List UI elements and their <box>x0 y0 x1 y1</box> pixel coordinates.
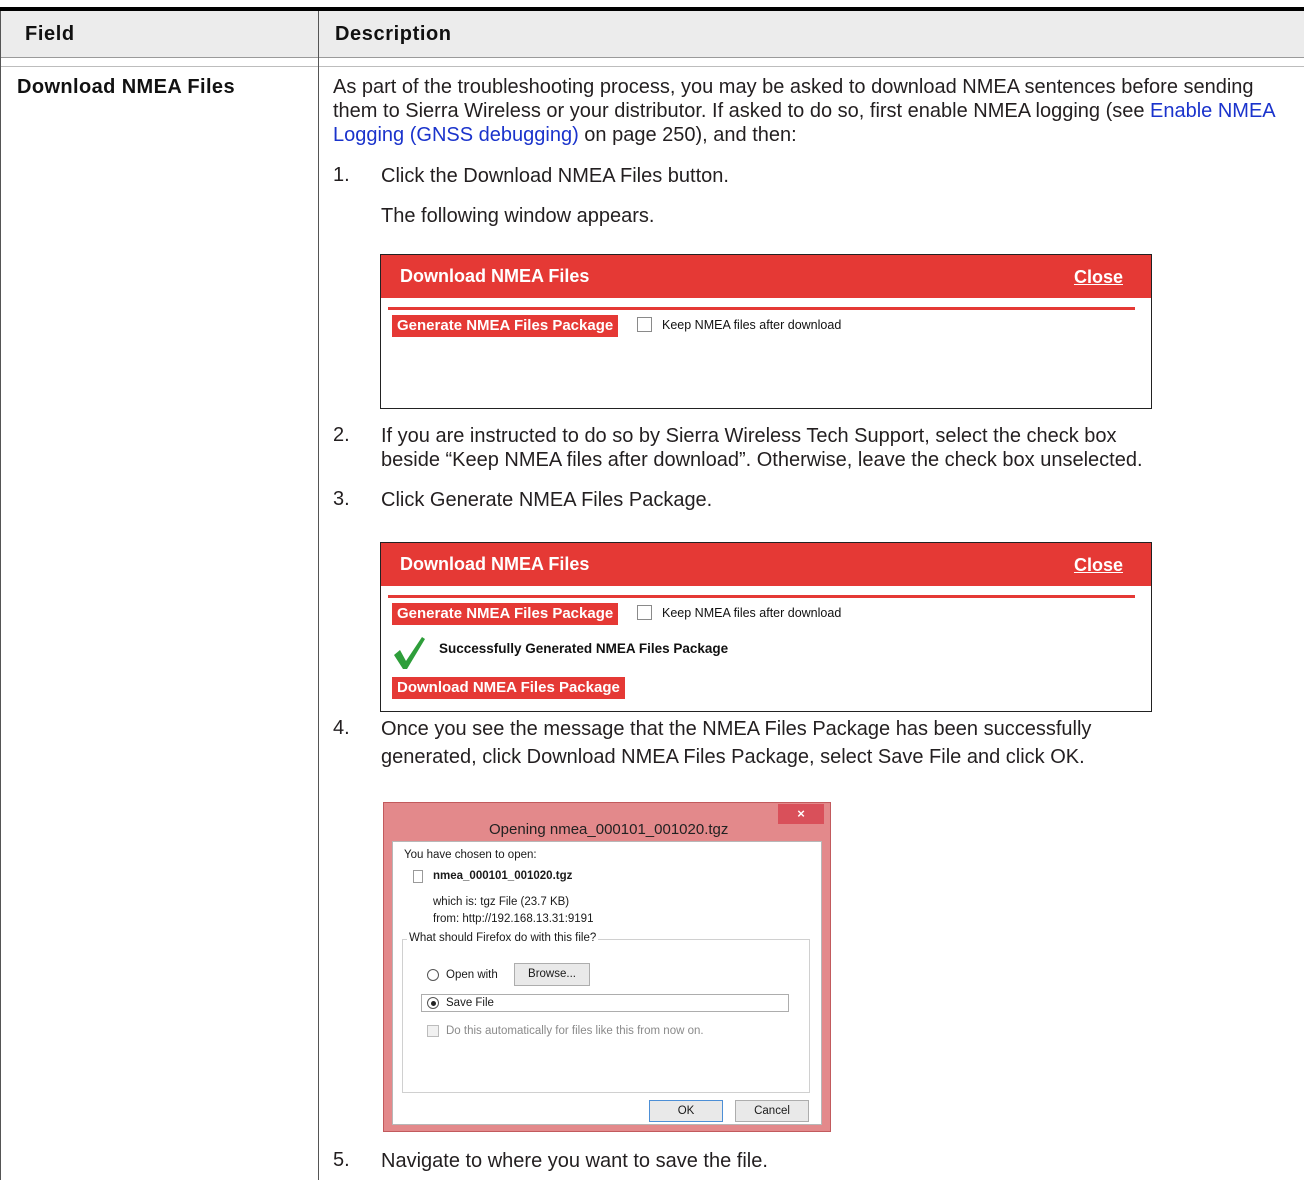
table-header-row <box>0 11 1304 57</box>
dialog-close-icon[interactable]: × <box>778 804 824 824</box>
nmea-download-window-generated: Download NMEA Files Close Generate NMEA … <box>380 542 1152 712</box>
step-text-line: Once you see the message that the NMEA F… <box>381 718 1092 740</box>
intro-paragraph: As part of the troubleshooting process, … <box>333 75 1281 147</box>
step-subtext: The following window appears. <box>381 205 655 227</box>
file-name: nmea_000101_001020.tgz <box>433 870 573 882</box>
header-field: Field <box>25 23 75 45</box>
panel-divider <box>388 595 1135 598</box>
auto-action-label: Do this automatically for files like thi… <box>446 1025 704 1037</box>
file-type: which is: tgz File (23.7 KB) <box>433 896 570 908</box>
close-link[interactable]: Close <box>1074 555 1123 576</box>
table-left-border <box>0 11 1 1180</box>
browse-button[interactable]: Browse... <box>514 963 590 986</box>
auto-action-checkbox[interactable] <box>427 1025 439 1037</box>
panel-title: Download NMEA Files <box>400 266 590 286</box>
save-file-radio[interactable] <box>427 997 439 1009</box>
keep-files-label: Keep NMEA files after download <box>662 318 842 332</box>
file-icon <box>413 870 423 883</box>
panel-title: Download NMEA Files <box>400 554 590 574</box>
step-text-line: If you are instructed to do so by Sierra… <box>381 425 1117 447</box>
step-number: 1. <box>333 164 350 186</box>
field-label: Download NMEA Files <box>17 76 235 98</box>
success-message: Successfully Generated NMEA Files Packag… <box>439 641 729 656</box>
file-source: from: http://192.168.13.31:9191 <box>433 913 594 925</box>
keep-files-checkbox[interactable] <box>637 317 652 332</box>
step-text-line: generated, click Download NMEA Files Pac… <box>381 746 1085 768</box>
generate-package-button[interactable]: Generate NMEA Files Package <box>392 603 619 625</box>
ok-button[interactable]: OK <box>649 1100 723 1122</box>
row-divider <box>0 66 1304 67</box>
checkmark-icon <box>392 635 426 671</box>
fieldset-question: What should Firefox do with this file? <box>407 932 599 944</box>
step-number: 4. <box>333 717 350 739</box>
header-description: Description <box>335 23 452 45</box>
step-text: Click the Download NMEA Files button. <box>381 165 729 187</box>
keep-files-label: Keep NMEA files after download <box>662 606 842 620</box>
panel-divider <box>388 307 1135 310</box>
generate-package-button[interactable]: Generate NMEA Files Package <box>392 315 619 337</box>
step-text-line: beside “Keep NMEA files after download”.… <box>381 449 1143 471</box>
intro-text-start: As part of the troubleshooting process, … <box>333 76 1254 122</box>
step-number: 2. <box>333 424 350 446</box>
open-with-radio[interactable] <box>427 969 439 981</box>
step-text: Navigate to where you want to save the f… <box>381 1150 768 1172</box>
chosen-label: You have chosen to open: <box>404 849 537 861</box>
dialog-title: Opening nmea_000101_001020.tgz <box>489 821 729 838</box>
dialog-body: You have chosen to open: nmea_000101_001… <box>392 841 822 1125</box>
keep-files-checkbox[interactable] <box>637 605 652 620</box>
open-with-label: Open with <box>446 969 498 981</box>
nmea-download-window: Download NMEA Files Close Generate NMEA … <box>380 254 1152 409</box>
save-file-label: Save File <box>446 997 494 1009</box>
action-fieldset <box>402 939 810 1093</box>
step-number: 5. <box>333 1149 350 1171</box>
column-divider <box>318 11 319 1180</box>
close-link[interactable]: Close <box>1074 267 1123 288</box>
download-package-button[interactable]: Download NMEA Files Package <box>392 677 625 699</box>
cancel-button[interactable]: Cancel <box>735 1100 809 1122</box>
header-divider <box>0 57 1304 58</box>
step-text: Click Generate NMEA Files Package. <box>381 489 713 511</box>
intro-text-end: on page 250), and then: <box>578 124 797 146</box>
step-number: 3. <box>333 488 350 510</box>
firefox-download-dialog: Opening nmea_000101_001020.tgz × You hav… <box>383 802 831 1132</box>
